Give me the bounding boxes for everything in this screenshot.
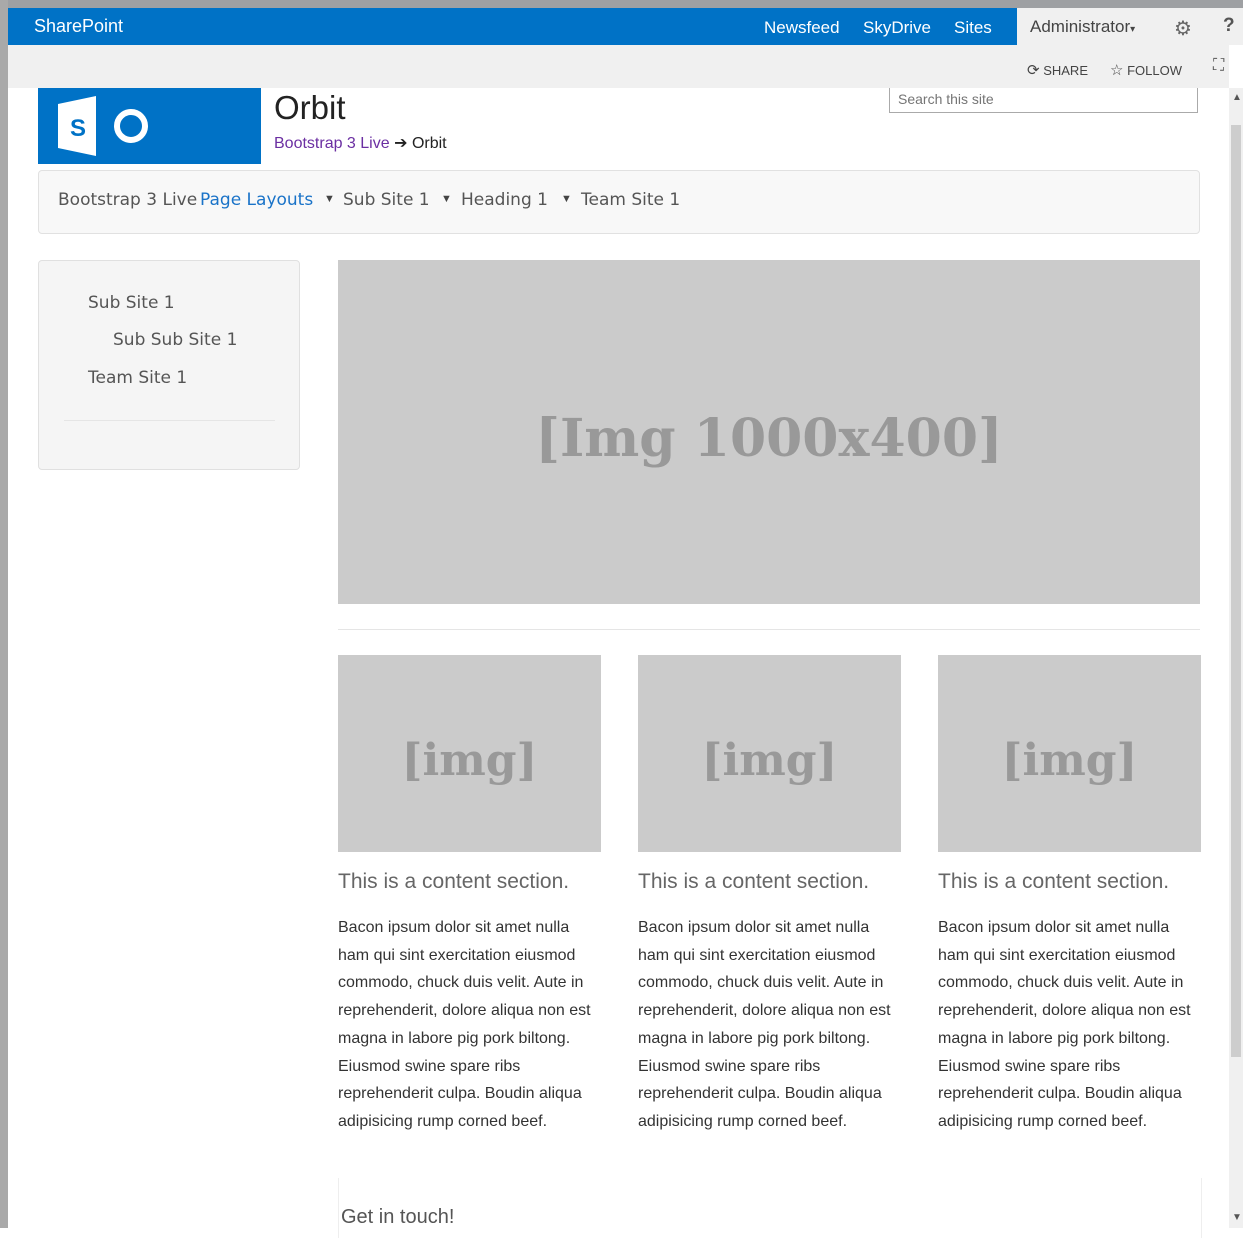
left-navigation: Sub Site 1 Sub Sub Site 1 Team Site 1: [38, 260, 300, 470]
section-heading: This is a content section.: [338, 870, 570, 893]
site-logo[interactable]: S: [38, 88, 261, 164]
nav-item-page-layouts[interactable]: Page Layouts: [200, 190, 313, 210]
hero-image-placeholder: [Img 1000x400]: [338, 260, 1200, 604]
share-icon: ⟳: [1027, 62, 1040, 79]
breadcrumb: Bootstrap 3 Live ➔ Orbit: [274, 133, 447, 153]
nav-item-team-site-1[interactable]: Team Site 1: [581, 190, 680, 210]
divider: [338, 629, 1200, 630]
user-menu[interactable]: Administrator▾: [1030, 17, 1135, 37]
ribbon-bar: ⟳ SHARE ☆ FOLLOW ⛶: [8, 45, 1229, 88]
caret-down-icon[interactable]: ▼: [441, 193, 452, 205]
content-section: [img] This is a content section. Bacon i…: [638, 655, 901, 1136]
caret-down-icon[interactable]: ▼: [324, 193, 335, 205]
arrow-right-icon: ➔: [394, 135, 408, 152]
site-title[interactable]: Orbit: [274, 89, 346, 127]
section-heading: This is a content section.: [938, 870, 1170, 893]
section-body: Bacon ipsum dolor sit amet nulla ham qui…: [938, 919, 1191, 1130]
scroll-up-icon[interactable]: ▲: [1232, 92, 1242, 103]
scroll-down-icon[interactable]: ▼: [1232, 1212, 1242, 1223]
breadcrumb-current: Orbit: [411, 135, 447, 152]
image-placeholder-label: [img]: [1001, 735, 1138, 786]
leftnav-item-team-site-1[interactable]: Team Site 1: [88, 368, 187, 388]
image-placeholder-label: [img]: [701, 735, 838, 786]
window-left-edge: [0, 0, 8, 1228]
suite-link-newsfeed[interactable]: Newsfeed: [764, 18, 840, 38]
image-placeholder: [img]: [938, 655, 1201, 852]
leftnav-item-sub-site-1[interactable]: Sub Site 1: [88, 293, 175, 313]
user-name: Administrator: [1030, 17, 1131, 36]
nav-item-sub-site-1[interactable]: Sub Site 1: [343, 190, 430, 210]
suite-bar: SharePoint Newsfeed SkyDrive Sites Admin…: [8, 8, 1243, 45]
nav-item-bootstrap-3-live[interactable]: Bootstrap 3 Live: [58, 190, 197, 210]
search-box: [889, 88, 1198, 113]
user-area: Administrator▾ ⚙ ?: [1017, 8, 1243, 45]
divider: [64, 420, 275, 421]
follow-label: FOLLOW: [1127, 63, 1182, 78]
image-placeholder-label: [img]: [401, 735, 538, 786]
image-placeholder: [img]: [338, 655, 601, 852]
breadcrumb-parent-link[interactable]: Bootstrap 3 Live: [274, 135, 390, 152]
section-body: Bacon ipsum dolor sit amet nulla ham qui…: [338, 919, 591, 1130]
help-icon[interactable]: ?: [1223, 15, 1235, 37]
content-section: [img] This is a content section. Bacon i…: [938, 655, 1201, 1136]
follow-button[interactable]: ☆ FOLLOW: [1110, 61, 1182, 79]
caret-down-icon[interactable]: ▼: [561, 193, 572, 205]
top-navigation: Bootstrap 3 Live Page Layouts ▼ Sub Site…: [38, 170, 1200, 234]
sharepoint-logo-icon: S: [58, 96, 148, 156]
section-body: Bacon ipsum dolor sit amet nulla ham qui…: [638, 919, 891, 1130]
share-label: SHARE: [1043, 63, 1088, 78]
gear-icon[interactable]: ⚙: [1174, 16, 1192, 41]
leftnav-item-sub-sub-site-1[interactable]: Sub Sub Site 1: [113, 330, 237, 350]
suite-link-skydrive[interactable]: SkyDrive: [863, 18, 931, 38]
suite-link-sites[interactable]: Sites: [954, 18, 992, 38]
scrollbar-thumb[interactable]: [1231, 125, 1241, 1057]
caret-down-icon: ▾: [1130, 24, 1136, 35]
contact-heading: Get in touch!: [341, 1206, 455, 1228]
hero-image-label: [Img 1000x400]: [535, 408, 1003, 469]
search-input[interactable]: [890, 88, 1188, 110]
image-placeholder: [img]: [638, 655, 901, 852]
content-section: [img] This is a content section. Bacon i…: [338, 655, 601, 1136]
nav-item-heading-1[interactable]: Heading 1: [461, 190, 548, 210]
brand-label[interactable]: SharePoint: [34, 16, 123, 37]
section-heading: This is a content section.: [638, 870, 870, 893]
window-top-edge: [0, 0, 1243, 8]
svg-text:S: S: [70, 115, 86, 142]
contact-section: Get in touch!: [338, 1178, 1202, 1238]
star-icon: ☆: [1110, 62, 1124, 79]
share-button[interactable]: ⟳ SHARE: [1027, 61, 1088, 79]
focus-icon[interactable]: ⛶: [1213, 57, 1224, 75]
